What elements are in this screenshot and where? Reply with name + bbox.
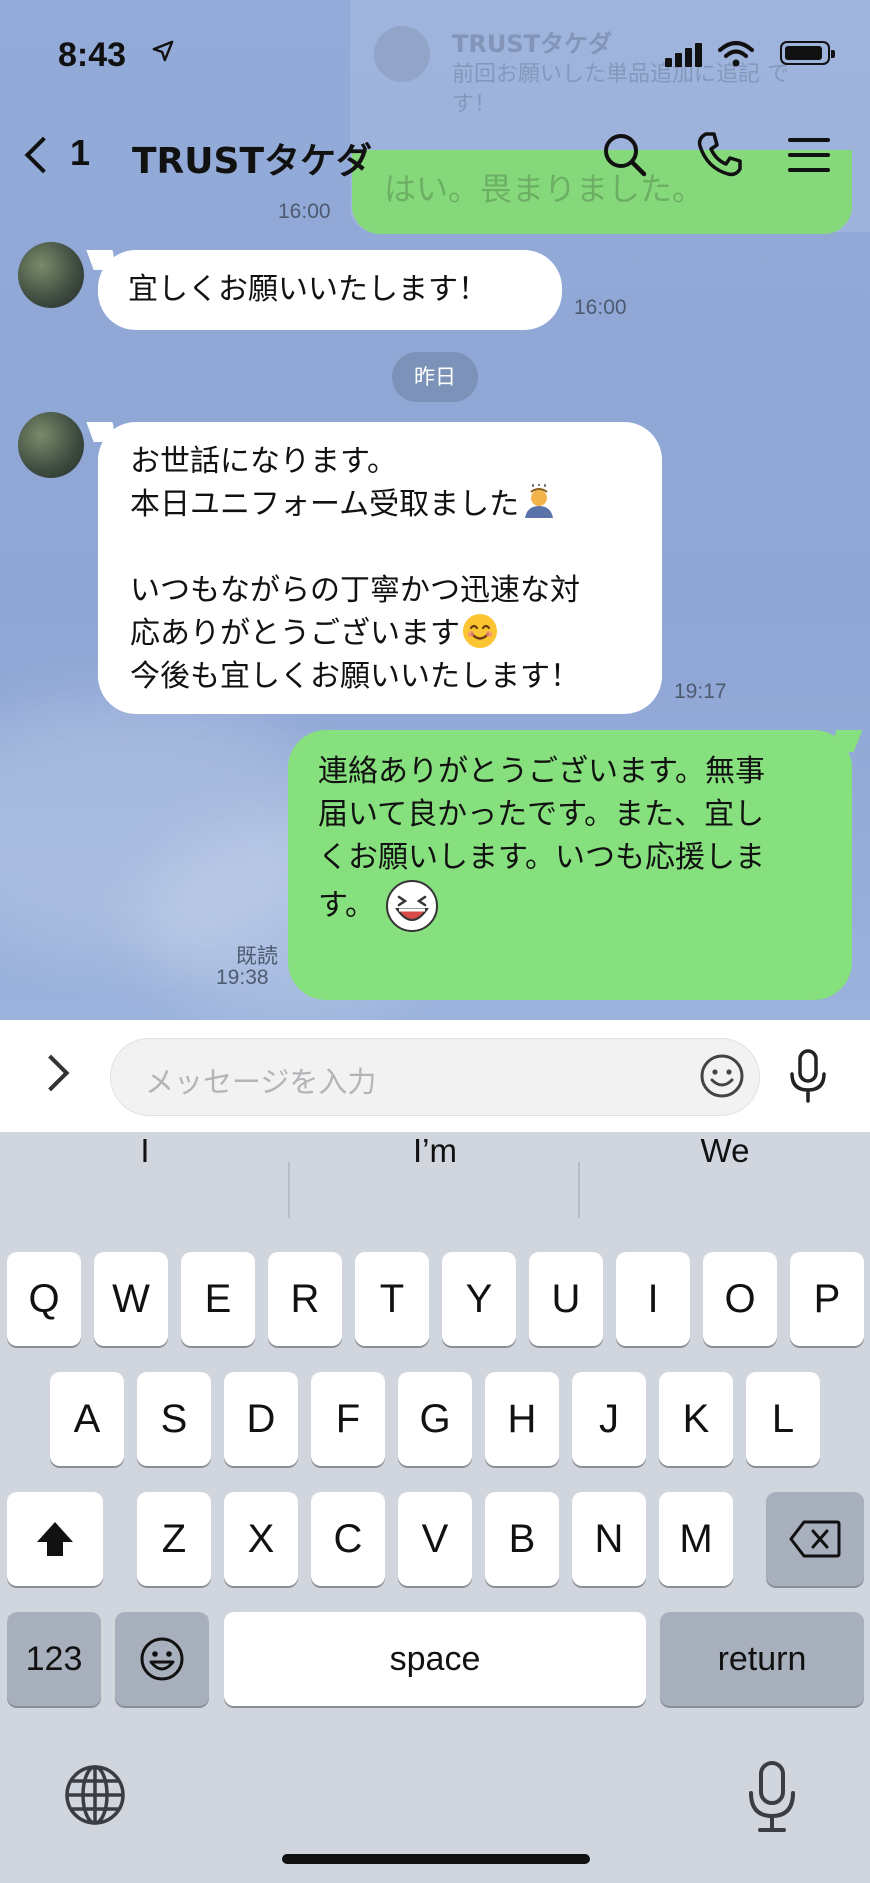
incoming-message-bubble[interactable]: 宜しくお願いいたします！ — [98, 250, 562, 330]
key-y[interactable]: Y — [442, 1252, 516, 1346]
key-z[interactable]: Z — [137, 1492, 211, 1586]
backspace-icon — [789, 1520, 841, 1558]
message-line: 宜しくお願いいたします！ — [128, 272, 488, 307]
message-line: 応ありがとうございます — [130, 616, 460, 651]
key-l[interactable]: L — [746, 1372, 820, 1466]
message-time: 16:00 — [278, 200, 331, 223]
key-d[interactable]: D — [224, 1372, 298, 1466]
outgoing-message-bubble[interactable]: 連絡ありがとうございます。無事 届いて良かったです。また、宜し くお願いします。… — [288, 730, 852, 1000]
key-m[interactable]: M — [659, 1492, 733, 1586]
key-h[interactable]: H — [485, 1372, 559, 1466]
battery-icon — [780, 41, 835, 65]
message-input-bar: メッセージを入力 — [0, 1020, 870, 1132]
key-u[interactable]: U — [529, 1252, 603, 1346]
emoji-icon — [140, 1637, 184, 1681]
suggestion-1[interactable]: I — [0, 1132, 290, 1252]
avatar[interactable] — [18, 412, 84, 478]
key-p[interactable]: P — [790, 1252, 864, 1346]
expand-chevron-icon[interactable] — [32, 1054, 70, 1092]
message-line: お世話になります。 — [130, 444, 397, 479]
bowing-person-emoji-icon — [525, 484, 554, 518]
message-line: 届いて良かったです。また、宜し — [318, 797, 765, 832]
smiling-face-emoji-icon — [463, 614, 497, 648]
mic-icon[interactable] — [786, 1048, 830, 1104]
message-input[interactable]: メッセージを入力 — [110, 1038, 760, 1116]
key-c[interactable]: C — [311, 1492, 385, 1586]
wifi-icon — [718, 41, 754, 67]
key-s[interactable]: S — [137, 1372, 211, 1466]
key-j[interactable]: J — [572, 1372, 646, 1466]
key-f[interactable]: F — [311, 1372, 385, 1466]
chat-area: TRUSTタケダ 前回お願いした単品追加に追記 です！ はい。畏まりました。 8… — [0, 0, 870, 1020]
incoming-message-bubble[interactable]: お世話になります。 本日ユニフォーム受取ました いつもながらの丁寧かつ迅速な対 … — [98, 422, 662, 714]
shift-key[interactable] — [7, 1492, 103, 1586]
laughing-sticker-emoji-icon — [385, 880, 438, 932]
signal-icon — [662, 43, 702, 67]
chat-header: 1 TRUSTタケダ — [0, 120, 870, 190]
status-bar: 8:43 — [0, 0, 870, 112]
message-line: 今後も宜しくお願いいたします！ — [130, 659, 580, 694]
key-n[interactable]: N — [572, 1492, 646, 1586]
key-t[interactable]: T — [355, 1252, 429, 1346]
dictation-mic-icon[interactable] — [746, 1760, 798, 1832]
message-line: 本日ユニフォーム受取ました — [130, 487, 520, 522]
numbers-key[interactable]: 123 — [7, 1612, 101, 1706]
key-g[interactable]: G — [398, 1372, 472, 1466]
key-o[interactable]: O — [703, 1252, 777, 1346]
key-i[interactable]: I — [616, 1252, 690, 1346]
key-e[interactable]: E — [181, 1252, 255, 1346]
message-time: 16:00 — [574, 296, 627, 319]
message-line: す。 — [318, 888, 375, 923]
phone-icon[interactable] — [692, 128, 746, 182]
message-line — [130, 526, 630, 569]
suggestion-2[interactable]: I’m — [290, 1132, 580, 1252]
key-k[interactable]: K — [659, 1372, 733, 1466]
key-b[interactable]: B — [485, 1492, 559, 1586]
message-time: 19:17 — [674, 680, 727, 703]
search-icon[interactable] — [598, 128, 652, 182]
suggestion-3[interactable]: We — [580, 1132, 870, 1252]
home-indicator[interactable] — [282, 1854, 590, 1864]
emoji-key[interactable] — [115, 1612, 209, 1706]
message-time: 19:38 — [216, 966, 269, 989]
backspace-key[interactable] — [766, 1492, 864, 1586]
key-a[interactable]: A — [50, 1372, 124, 1466]
keyboard: I I’m We Q W E R T Y U I O P A S D F G H… — [0, 1132, 870, 1883]
menu-icon[interactable] — [782, 128, 836, 182]
message-line: 連絡ありがとうございます。無事 — [318, 754, 765, 789]
location-arrow-icon — [152, 40, 174, 62]
key-q[interactable]: Q — [7, 1252, 81, 1346]
key-w[interactable]: W — [94, 1252, 168, 1346]
return-key[interactable]: return — [660, 1612, 864, 1706]
globe-icon[interactable] — [62, 1762, 128, 1828]
space-key[interactable]: space — [224, 1612, 646, 1706]
message-input-placeholder: メッセージを入力 — [145, 1065, 377, 1099]
back-unread-count[interactable]: 1 — [70, 132, 90, 174]
key-v[interactable]: V — [398, 1492, 472, 1586]
back-chevron-icon[interactable] — [24, 136, 62, 174]
status-time: 8:43 — [58, 36, 127, 74]
message-line: くお願いします。いつも応援しま — [318, 840, 765, 875]
shift-icon — [37, 1522, 73, 1556]
key-r[interactable]: R — [268, 1252, 342, 1346]
key-x[interactable]: X — [224, 1492, 298, 1586]
emoji-icon[interactable] — [699, 1053, 745, 1099]
chat-title: TRUSTタケダ — [132, 141, 372, 182]
date-separator: 昨日 — [392, 352, 478, 402]
message-line: いつもながらの丁寧かつ迅速な対 — [130, 573, 580, 608]
avatar[interactable] — [18, 242, 84, 308]
